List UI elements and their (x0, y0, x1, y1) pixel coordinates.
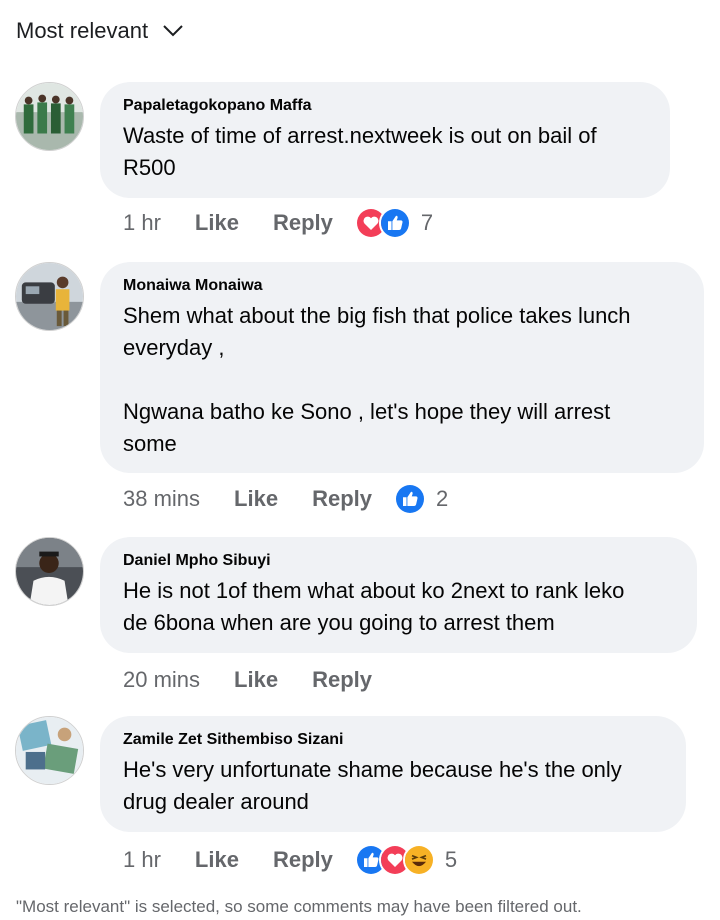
comment-actions: 38 mins Like Reply 2 (123, 483, 448, 515)
reaction-count: 7 (420, 210, 434, 235)
reply-button[interactable]: Reply (312, 486, 372, 512)
haha-reaction-icon (402, 844, 435, 876)
comment-bubble: Daniel Mpho Sibuyi He is not 1of them wh… (100, 537, 697, 653)
avatar[interactable] (15, 716, 84, 785)
comment-bubble: Monaiwa Monaiwa Shem what about the big … (100, 262, 704, 473)
like-button[interactable]: Like (195, 210, 239, 236)
comment-author[interactable]: Daniel Mpho Sibuyi (123, 551, 675, 571)
avatar[interactable] (15, 262, 84, 331)
like-button[interactable]: Like (234, 486, 278, 512)
like-reaction-icon (378, 207, 411, 239)
reaction-count: 2 (436, 486, 449, 511)
like-reaction-icon (394, 483, 426, 515)
comment-author[interactable]: Papaletagokopano Maffa (123, 96, 648, 116)
comment-author[interactable]: Monaiwa Monaiwa (123, 276, 682, 296)
sort-dropdown[interactable]: Most relevant (16, 18, 184, 44)
reply-button[interactable]: Reply (273, 847, 333, 873)
comment-time[interactable]: 1 hr (123, 210, 161, 236)
comment-text: He's very unfortunate shame because he's… (123, 757, 622, 814)
reply-button[interactable]: Reply (312, 667, 372, 693)
comment-text: Waste of time of arrest.nextweek is out … (123, 123, 597, 180)
comment-bubble: Zamile Zet Sithembiso Sizani He's very u… (100, 716, 686, 832)
reactions-summary[interactable]: 5 (354, 844, 458, 876)
sort-label: Most relevant (16, 18, 149, 43)
filter-notice: "Most relevant" is selected, so some com… (16, 897, 582, 916)
comment-time[interactable]: 38 mins (123, 486, 200, 512)
comment-actions: 1 hr Like Reply 7 (123, 207, 433, 239)
reactions-summary[interactable]: 7 (354, 207, 434, 239)
chevron-down-icon (163, 25, 183, 37)
comment-time[interactable]: 20 mins (123, 667, 200, 693)
avatar[interactable] (15, 82, 84, 151)
comment-actions: 20 mins Like Reply (123, 667, 406, 693)
avatar[interactable] (15, 537, 84, 606)
like-button[interactable]: Like (234, 667, 278, 693)
comment-author[interactable]: Zamile Zet Sithembiso Sizani (123, 730, 664, 750)
like-button[interactable]: Like (195, 847, 239, 873)
comment-bubble: Papaletagokopano Maffa Waste of time of … (100, 82, 670, 198)
comment-actions: 1 hr Like Reply 5 (123, 844, 457, 876)
comment-text: Shem what about the big fish that police… (123, 303, 631, 456)
comment-text: He is not 1of them what about ko 2next t… (123, 578, 625, 635)
reaction-count: 5 (444, 847, 458, 872)
reply-button[interactable]: Reply (273, 210, 333, 236)
comment-time[interactable]: 1 hr (123, 847, 161, 873)
reactions-summary[interactable]: 2 (394, 483, 448, 515)
